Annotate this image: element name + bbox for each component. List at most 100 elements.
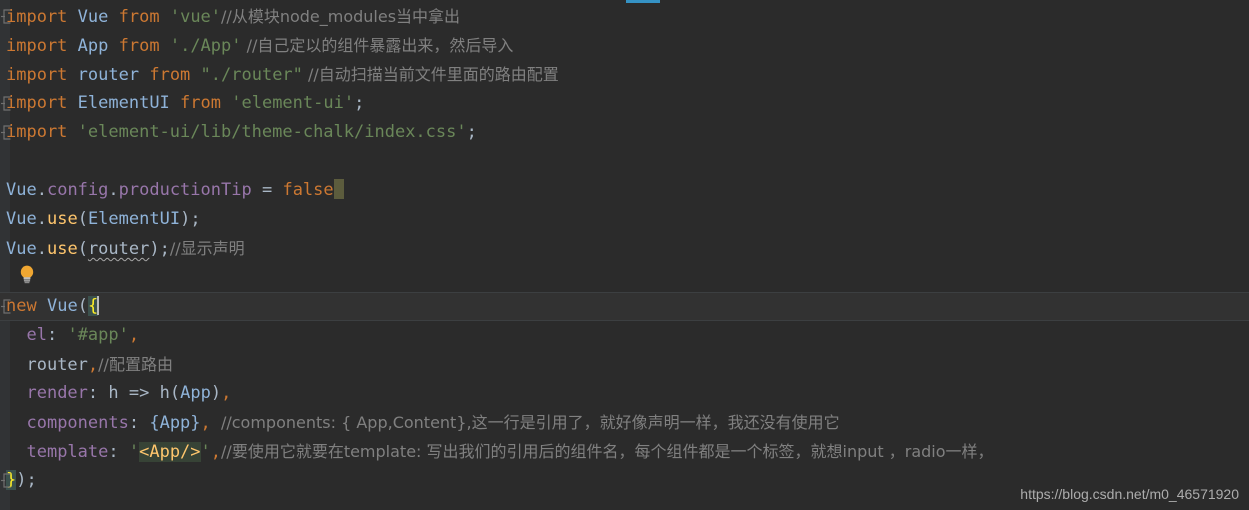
code-token: (: [77, 296, 88, 316]
lightbulb-icon[interactable]: [18, 264, 36, 284]
code-line[interactable]: [0, 263, 1249, 292]
code-token: ;: [354, 93, 365, 113]
code-line-text: Vue.use(router);//显示声明: [0, 234, 245, 264]
code-token: ': [200, 442, 211, 462]
code-token: components: [26, 413, 129, 433]
code-token: =>: [118, 383, 160, 403]
code-token: router: [87, 239, 150, 259]
code-token: ;: [159, 239, 170, 259]
code-token: use: [46, 209, 78, 229]
code-token: ElementUI: [77, 93, 170, 113]
code-line[interactable]: el: '#app',: [0, 321, 1249, 350]
code-token: router: [26, 355, 88, 375]
code-token: :: [46, 325, 68, 345]
code-token: ;: [26, 470, 37, 490]
code-token: .: [36, 209, 47, 229]
code-editor[interactable]: import Vue from 'vue'//从模块node_modules当中…: [0, 0, 1249, 510]
code-token: //配置路由: [98, 355, 173, 374]
code-line[interactable]: Vue.use(router);//显示声明: [0, 234, 1249, 263]
code-token: './App': [169, 36, 242, 56]
code-token: (: [77, 209, 88, 229]
code-token: }: [190, 413, 201, 433]
code-line[interactable]: components: {App}, //components: { App,C…: [0, 408, 1249, 437]
code-line-text: import 'element-ui/lib/theme-chalk/index…: [0, 118, 477, 147]
code-surface[interactable]: import Vue from 'vue'//从模块node_modules当中…: [0, 0, 1249, 510]
code-token: false: [282, 180, 334, 200]
code-token: from: [180, 93, 221, 113]
code-token: ): [149, 239, 160, 259]
code-token: :: [108, 442, 129, 462]
code-token: use: [46, 239, 78, 259]
code-line[interactable]: import Vue from 'vue'//从模块node_modules当中…: [0, 2, 1249, 31]
code-line[interactable]: import ElementUI from 'element-ui';: [0, 89, 1249, 118]
code-token: //从模块node_modules当中拿出: [221, 7, 461, 26]
code-token: '#app': [67, 325, 129, 345]
code-token: template: [26, 442, 109, 462]
code-token: h: [159, 383, 170, 403]
code-line-text: import Vue from 'vue'//从模块node_modules当中…: [0, 2, 460, 32]
code-token: ): [16, 470, 27, 490]
code-token: ;: [190, 209, 201, 229]
code-token: 'element-ui': [231, 93, 355, 113]
code-token: h: [108, 383, 119, 403]
code-line[interactable]: import App from './App' //自己定以的组件暴露出来，然后…: [0, 31, 1249, 60]
code-token: "./router": [200, 65, 303, 85]
code-token: ;: [466, 122, 477, 142]
code-token: import: [6, 93, 68, 113]
text-caret: [97, 296, 100, 315]
code-line-text: Vue.use(ElementUI);: [0, 205, 201, 234]
code-token: //要使用它就要在template: 写出我们的引用后的组件名，每个组件都是一个…: [221, 442, 994, 461]
code-line[interactable]: Vue.use(ElementUI);: [0, 205, 1249, 234]
code-line[interactable]: import 'element-ui/lib/theme-chalk/index…: [0, 118, 1249, 147]
code-token: App: [180, 383, 211, 403]
code-line-text: Vue.config.productionTip = false: [0, 176, 344, 205]
code-token: //components: { App,Content},这一行是引用了，就好像…: [210, 413, 840, 432]
code-line-text: el: '#app',: [0, 321, 139, 350]
code-line-text: import ElementUI from 'element-ui';: [0, 89, 364, 118]
code-token: :: [87, 383, 109, 403]
code-token: {: [149, 413, 160, 433]
code-token: new: [6, 296, 37, 316]
code-line[interactable]: import router from "./router" //自动扫描当前文件…: [0, 60, 1249, 89]
code-token: el: [26, 325, 47, 345]
code-token: productionTip: [118, 180, 252, 200]
code-line[interactable]: [0, 147, 1249, 176]
code-line-text: render: h => h(App),: [0, 379, 231, 408]
code-token: //显示声明: [169, 239, 245, 258]
code-token: App: [77, 36, 109, 56]
code-token: import: [6, 65, 68, 85]
code-token: =: [261, 180, 273, 200]
code-line-text: components: {App}, //components: { App,C…: [0, 408, 840, 438]
code-token: ,: [128, 325, 140, 345]
code-token: Vue: [77, 7, 109, 27]
code-token: :: [128, 413, 150, 433]
code-line[interactable]: template: '<App/>',//要使用它就要在template: 写出…: [0, 437, 1249, 466]
code-token: from: [118, 36, 160, 56]
code-line[interactable]: router,//配置路由: [0, 350, 1249, 379]
code-token: import: [6, 7, 68, 27]
code-line[interactable]: new Vue({: [0, 292, 1249, 321]
code-token: 'element-ui/lib/theme-chalk/index.css': [77, 122, 467, 142]
code-line-text: new Vue({: [0, 292, 100, 321]
code-token: ): [210, 383, 222, 403]
code-token: App: [159, 413, 191, 433]
code-token: ,: [87, 355, 99, 375]
code-line[interactable]: render: h => h(App),: [0, 379, 1249, 408]
code-token: ): [180, 209, 191, 229]
code-token: router: [77, 65, 140, 85]
code-line[interactable]: Vue.config.productionTip = false: [0, 176, 1249, 205]
code-token: .: [36, 239, 47, 259]
code-token: Vue: [6, 209, 37, 229]
code-token: from: [149, 65, 191, 85]
code-token: render: [26, 383, 88, 403]
code-token: ,: [210, 442, 222, 462]
